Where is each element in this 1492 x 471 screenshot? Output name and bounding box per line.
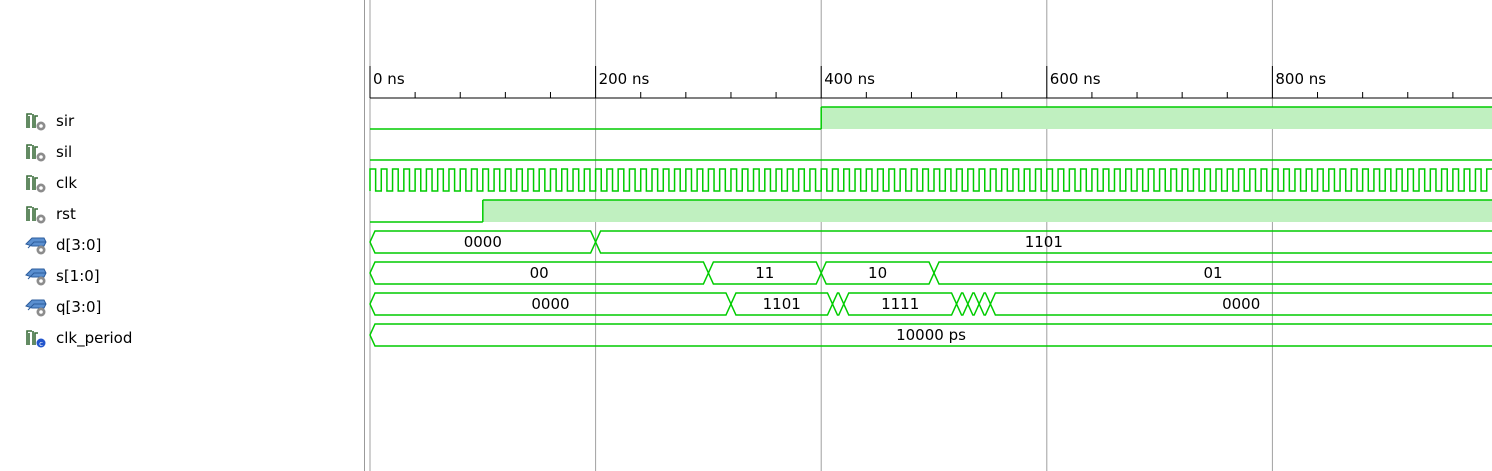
bus-segment (831, 292, 845, 316)
bus-value-label: 00 (530, 264, 549, 282)
bus-segment (978, 292, 992, 316)
signal-row-sil[interactable]: sil (24, 139, 72, 165)
signal-row-s[interactable]: s[1:0] (24, 263, 100, 289)
signal-name: rst (56, 205, 76, 223)
signal-name: d[3:0] (56, 236, 102, 254)
scalar-signal-icon (26, 144, 46, 162)
signal-name: sil (56, 143, 73, 161)
signal-row-sir[interactable]: sir (24, 108, 74, 134)
bus-value-label: 1101 (1025, 233, 1063, 251)
scalar-signal-icon (26, 113, 46, 131)
time-tick-label: 200 ns (599, 70, 650, 88)
signal-name: q[3:0] (56, 298, 102, 316)
bus-value-label: 1101 (763, 295, 801, 313)
signal-name: clk (56, 174, 78, 192)
signal-row-q[interactable]: q[3:0] (24, 294, 101, 320)
signal-name: sir (56, 112, 75, 130)
time-tick-label: 600 ns (1050, 70, 1101, 88)
bus-value-label: 0000 (531, 295, 569, 313)
bus-value-label: 10000 ps (896, 326, 966, 344)
clock-waveform (369, 168, 1492, 192)
bus-segment (967, 292, 980, 316)
waveform-canvas[interactable]: 0 ns 200 ns 400 ns 600 ns 800 ns0000 110100 11… (365, 0, 1492, 471)
time-tick-label: 800 ns (1275, 70, 1326, 88)
bus-signal-icon (25, 299, 47, 317)
signal-name-panel: sir sil clk rst d[3:0] s[1:0] q[3:0] c c… (0, 0, 364, 471)
signal-high-fill (482, 200, 1492, 222)
scalar-signal-icon (26, 175, 46, 193)
svg-text:c: c (39, 340, 43, 348)
signal-row-clk[interactable]: clk (24, 170, 77, 196)
signal-name: clk_period (56, 329, 133, 347)
time-tick-label: 400 ns (824, 70, 875, 88)
scalar-signal-icon (26, 206, 46, 224)
signal-row-d[interactable]: d[3:0] (24, 232, 101, 258)
bus-value-label: 01 (1203, 264, 1222, 282)
bus-value-label: 0000 (464, 233, 502, 251)
signal-row-clk-period[interactable]: c clk_period (24, 325, 132, 351)
constant-signal-icon: c (26, 330, 46, 348)
bus-signal-icon (25, 268, 47, 286)
bus-value-label: 0000 (1222, 295, 1260, 313)
signal-high-fill (821, 107, 1492, 129)
time-tick-label: 0 ns (373, 70, 405, 88)
waveform-panel[interactable]: 0 ns 200 ns 400 ns 600 ns 800 ns 0000 1101 00 11… (365, 0, 1492, 471)
bus-signal-icon (25, 237, 47, 255)
bus-value-label: 10 (868, 264, 887, 282)
signal-row-rst[interactable]: rst (24, 201, 76, 227)
bus-segment (955, 292, 969, 316)
bus-value-label: 11 (755, 264, 774, 282)
signal-name: s[1:0] (56, 267, 100, 285)
bus-value-label: 1111 (881, 295, 919, 313)
